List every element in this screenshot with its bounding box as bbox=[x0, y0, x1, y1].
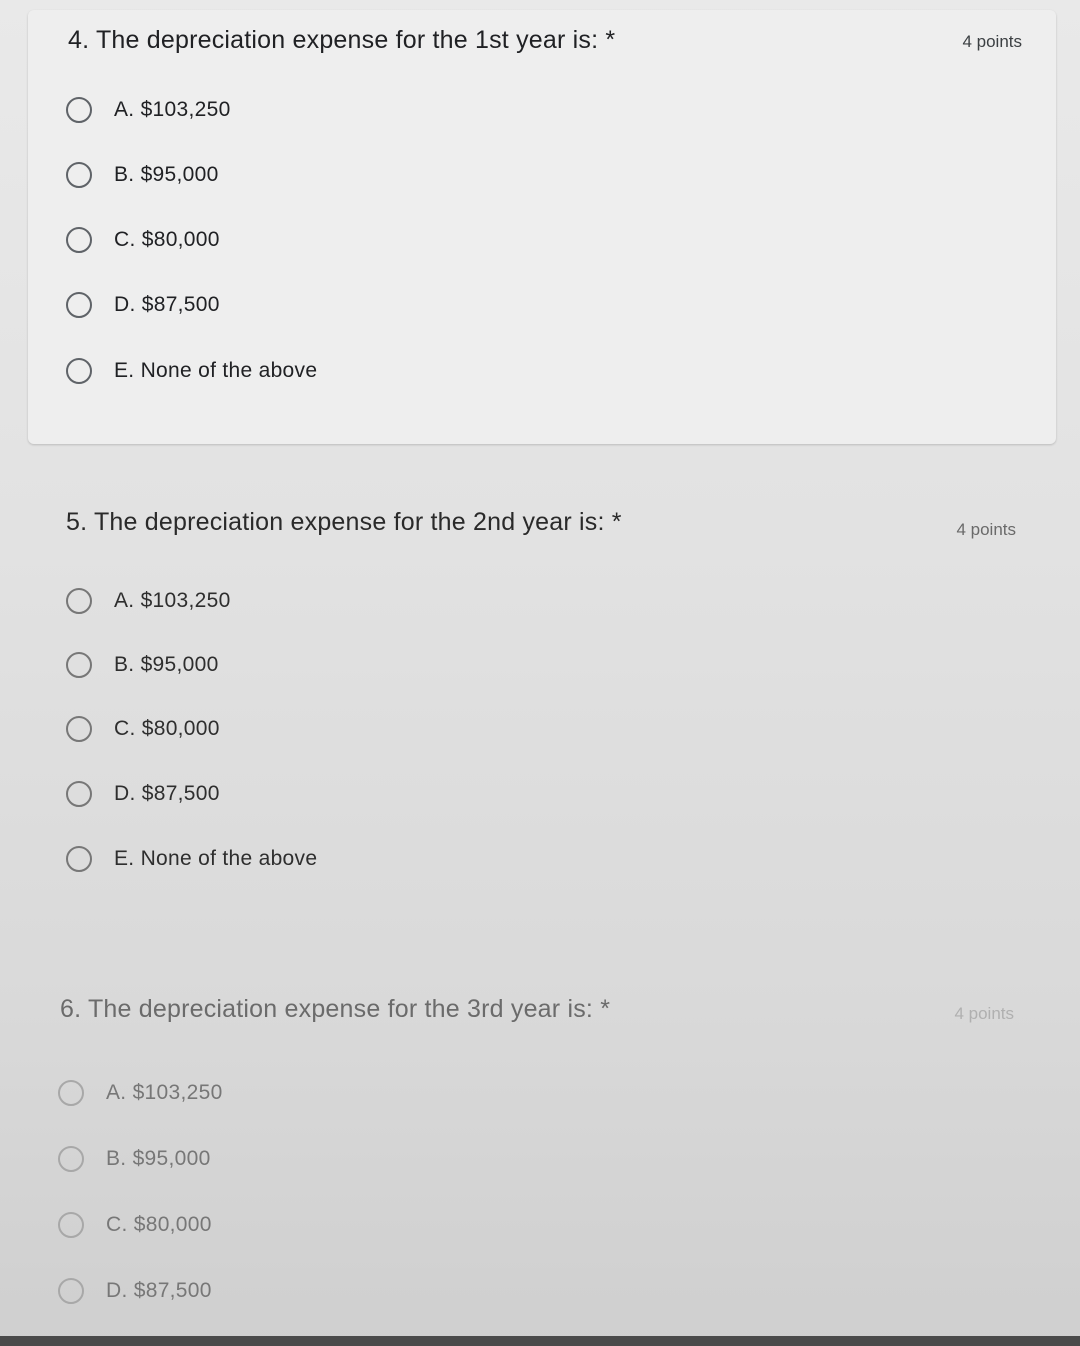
option-d[interactable]: D. $87,500 bbox=[66, 777, 220, 811]
option-b[interactable]: B. $95,000 bbox=[58, 1142, 211, 1176]
question-points: 4 points bbox=[956, 520, 1016, 539]
radio-button[interactable] bbox=[66, 781, 92, 807]
radio-button[interactable] bbox=[58, 1146, 84, 1172]
question-title: 4. The depreciation expense for the 1st … bbox=[68, 26, 616, 54]
question-points: 4 points bbox=[962, 32, 1022, 51]
option-c[interactable]: C. $80,000 bbox=[66, 223, 220, 257]
question-title: 5. The depreciation expense for the 2nd … bbox=[66, 508, 622, 536]
option-label: A. $103,250 bbox=[114, 98, 231, 121]
option-e[interactable]: E. None of the above bbox=[66, 842, 317, 876]
question-points: 4 points bbox=[954, 1004, 1014, 1023]
question-card-5: 5. The depreciation expense for the 2nd … bbox=[28, 470, 1056, 940]
question-card-6: 6. The depreciation expense for the 3rd … bbox=[28, 960, 1056, 1336]
option-label: B. $95,000 bbox=[114, 163, 219, 186]
option-d[interactable]: D. $87,500 bbox=[58, 1274, 212, 1308]
option-label: B. $95,000 bbox=[106, 1147, 211, 1170]
option-e[interactable]: E. None of the above bbox=[66, 354, 317, 388]
radio-button[interactable] bbox=[66, 588, 92, 614]
option-label: B. $95,000 bbox=[114, 653, 219, 676]
option-a[interactable]: A. $103,250 bbox=[58, 1076, 223, 1110]
radio-button[interactable] bbox=[58, 1212, 84, 1238]
option-label: A. $103,250 bbox=[106, 1081, 223, 1104]
radio-button[interactable] bbox=[58, 1278, 84, 1304]
radio-button[interactable] bbox=[66, 716, 92, 742]
option-label: E. None of the above bbox=[114, 359, 318, 382]
radio-button[interactable] bbox=[66, 227, 92, 253]
option-label: A. $103,250 bbox=[114, 589, 231, 612]
option-label: D. $87,500 bbox=[114, 782, 220, 805]
radio-button[interactable] bbox=[66, 162, 92, 188]
option-c[interactable]: C. $80,000 bbox=[66, 712, 220, 746]
option-b[interactable]: B. $95,000 bbox=[66, 158, 219, 192]
radio-button[interactable] bbox=[66, 358, 92, 384]
screen-bottom-edge bbox=[0, 1336, 1080, 1346]
radio-button[interactable] bbox=[66, 97, 92, 123]
radio-button[interactable] bbox=[66, 652, 92, 678]
option-label: C. $80,000 bbox=[114, 228, 220, 251]
option-d[interactable]: D. $87,500 bbox=[66, 288, 220, 322]
question-title: 6. The depreciation expense for the 3rd … bbox=[60, 995, 611, 1023]
option-a[interactable]: A. $103,250 bbox=[66, 93, 231, 127]
option-c[interactable]: C. $80,000 bbox=[58, 1208, 212, 1242]
option-label: D. $87,500 bbox=[114, 293, 220, 316]
option-label: C. $80,000 bbox=[106, 1213, 212, 1236]
form-page: 4. The depreciation expense for the 1st … bbox=[0, 0, 1080, 1346]
radio-button[interactable] bbox=[58, 1080, 84, 1106]
question-card-4: 4. The depreciation expense for the 1st … bbox=[28, 10, 1056, 444]
radio-button[interactable] bbox=[66, 292, 92, 318]
radio-button[interactable] bbox=[66, 846, 92, 872]
option-b[interactable]: B. $95,000 bbox=[66, 648, 219, 682]
option-label: C. $80,000 bbox=[114, 717, 220, 740]
option-label: D. $87,500 bbox=[106, 1279, 212, 1302]
option-a[interactable]: A. $103,250 bbox=[66, 584, 231, 618]
option-label: E. None of the above bbox=[114, 847, 318, 870]
